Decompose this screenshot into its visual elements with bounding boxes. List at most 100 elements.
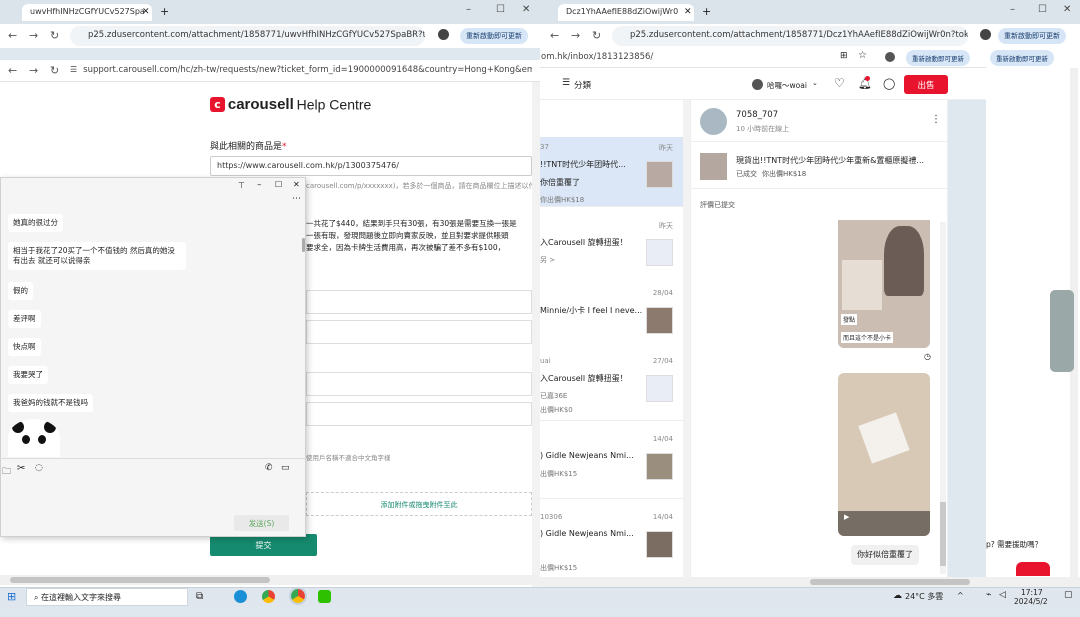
chat-input-area[interactable]: [0, 478, 306, 512]
left-address-bar[interactable]: p25.zdusercontent.com/attachment/1858771…: [70, 26, 425, 46]
h-scrollbar-right[interactable]: [540, 577, 1080, 587]
windows-start-icon[interactable]: ⊞: [7, 590, 16, 610]
form-field-a[interactable]: [306, 290, 532, 314]
more-options-icon[interactable]: ⋯: [292, 194, 301, 204]
back-icon-2[interactable]: ←: [8, 64, 17, 77]
new-tab-icon[interactable]: +: [160, 5, 169, 18]
messages-scrollbar-thumb[interactable]: [940, 502, 946, 566]
profile-icon[interactable]: [438, 29, 449, 40]
right-new-tab-icon[interactable]: +: [702, 5, 711, 18]
seller-name[interactable]: 7058_707: [736, 110, 778, 120]
product-thumb[interactable]: [700, 153, 727, 180]
chat-scrollbar[interactable]: [302, 238, 305, 252]
chrome-icon[interactable]: [262, 590, 275, 603]
reload-icon-2[interactable]: ↻: [50, 64, 59, 77]
popup-minimize-icon[interactable]: –: [257, 180, 262, 190]
video-message[interactable]: ▶: [838, 373, 930, 536]
form-field-c[interactable]: [306, 372, 532, 396]
edge-icon[interactable]: [234, 590, 247, 603]
right-close-window-icon[interactable]: ✕: [1063, 4, 1071, 15]
task-view-icon[interactable]: ⧉: [196, 591, 203, 611]
messages-scrollbar[interactable]: [940, 222, 946, 574]
h-scrollbar-right-thumb[interactable]: [810, 579, 970, 585]
forward-icon-2[interactable]: →: [29, 64, 38, 77]
inner-profile-icon[interactable]: [885, 52, 895, 62]
clock-date[interactable]: 2024/5/2: [1014, 597, 1048, 617]
notification-center-icon[interactable]: ▢: [1064, 590, 1073, 610]
help-chat-button[interactable]: [1016, 562, 1050, 576]
send-button[interactable]: 发送(S): [234, 515, 289, 531]
conversation-item[interactable]: 37 昨天 !!TNT时代少年团時代... 你倍重覆了 你出價HK$18: [540, 137, 683, 207]
right-update-pill[interactable]: 重新啟動即可更新: [998, 28, 1066, 44]
video-icon[interactable]: ▭: [281, 463, 290, 473]
form-field-b[interactable]: [306, 320, 532, 344]
left-browser-tab[interactable]: uwvHfhINHzCGfYUCv527Spa: [22, 4, 152, 21]
left-url2[interactable]: ☰ support.carousell.com/hc/zh-tw/requests…: [70, 65, 532, 75]
attach-dropzone[interactable]: 添加附件或拖曳附件至此: [306, 492, 532, 516]
photo-reaction-icon[interactable]: ◷: [924, 352, 931, 361]
reload-icon[interactable]: ↻: [50, 29, 59, 42]
close-window-icon[interactable]: ✕: [522, 4, 530, 15]
submit-button[interactable]: 提交: [210, 534, 317, 556]
taskbar-search[interactable]: ⌕ 在這裡輸入文字來搜尋: [26, 588, 188, 606]
inner-update-pill[interactable]: 重新啟動即可更新: [906, 50, 970, 66]
conversation-item[interactable]: 28/04 Minnie/小卡 I feel I neve...: [540, 283, 683, 353]
tab-close-icon[interactable]: ✕: [142, 7, 150, 17]
help-question[interactable]: p? 需要援助嗎？: [986, 539, 1068, 553]
chat-icon[interactable]: ◯: [883, 77, 895, 90]
conversation-list-scrollbar[interactable]: [683, 100, 690, 577]
heart-icon[interactable]: ♡: [834, 76, 845, 90]
product-title[interactable]: 現貨出!!TNT时代少年团時代少年重新&置櫃原擬禮...: [736, 155, 942, 166]
conversation-item[interactable]: 昨天 入Carousell 旋轉扭蛋！ 另 >: [540, 215, 683, 285]
right-minimize-icon[interactable]: –: [1010, 4, 1015, 15]
attach-link[interactable]: 添加附件或拖曳附件至此: [381, 501, 458, 509]
right-reload-icon[interactable]: ↻: [592, 29, 601, 42]
conversation-item[interactable]: uai 27/04 入Carousell 旋轉扭蛋！ 已嘉36E 出價HK$0: [540, 351, 683, 421]
kebab-menu-icon[interactable]: ⋮: [931, 114, 941, 125]
right-back-icon[interactable]: ←: [550, 29, 559, 42]
pin-icon[interactable]: ⊤: [238, 181, 245, 190]
menu-icon[interactable]: ☰: [562, 78, 570, 88]
back-icon[interactable]: ←: [8, 29, 17, 42]
right-address-bar[interactable]: p25.zdusercontent.com/attachment/1858771…: [612, 26, 968, 46]
right-maximize-icon[interactable]: ☐: [1038, 4, 1047, 15]
user-avatar[interactable]: [752, 79, 763, 90]
scissors-icon[interactable]: ✂: [17, 463, 25, 474]
h-scrollbar-left[interactable]: [0, 575, 540, 585]
network-icon[interactable]: ⌁: [986, 590, 991, 610]
conversation-item[interactable]: 14/04) Gidle Newjeans Nmi... 出價HK$15: [540, 429, 683, 499]
weather-text[interactable]: 24°C 多雲: [905, 591, 943, 611]
item-url-input[interactable]: https://www.carousell.com.hk/p/130037547…: [210, 156, 532, 176]
bookmark-star-icon[interactable]: ☆: [858, 50, 867, 61]
right-tab-close-icon[interactable]: ✕: [684, 7, 692, 17]
chrome-icon-2[interactable]: [289, 587, 307, 605]
description-textarea[interactable]: 一共花了$440，結果到手只有30張，有30張是需要互換一張是 一張有瑕，發現問…: [306, 218, 532, 278]
right-forward-icon[interactable]: →: [571, 29, 580, 42]
install-icon[interactable]: ⊞: [840, 51, 848, 61]
site-info-icon[interactable]: ☰: [70, 65, 77, 74]
right-browser-tab[interactable]: Dcz1YhAAefIE88dZiOwijWr0: [558, 4, 694, 21]
forward-icon[interactable]: →: [29, 29, 38, 42]
tray-chevron-icon[interactable]: ^: [957, 591, 964, 611]
popup-close-icon[interactable]: ✕: [293, 180, 300, 189]
photo-message-1[interactable]: 發點 而且這个不是小卡: [838, 220, 930, 348]
inner-url[interactable]: om.hk/inbox/1813123856/: [541, 52, 653, 62]
wechat-icon[interactable]: [318, 590, 331, 603]
fragment-update-pill[interactable]: 重新啟動即可更新: [990, 50, 1054, 66]
volume-icon[interactable]: ◁: [999, 590, 1006, 610]
seller-avatar[interactable]: [700, 108, 727, 135]
floating-widget[interactable]: [1050, 290, 1074, 372]
h-scrollbar-thumb[interactable]: [10, 577, 270, 583]
right-profile-icon[interactable]: [980, 29, 991, 40]
popup-maximize-icon[interactable]: ☐: [275, 180, 282, 189]
maximize-icon[interactable]: ☐: [496, 4, 505, 15]
minimize-icon[interactable]: –: [466, 4, 471, 15]
conversation-item[interactable]: 10306 14/04) Gidle Newjeans Nmi... 出價HK$15: [540, 507, 683, 577]
form-field-d[interactable]: [306, 402, 532, 426]
sell-button[interactable]: 出售: [904, 75, 948, 94]
chevron-down-icon[interactable]: ⌄: [812, 79, 818, 87]
play-icon[interactable]: ▶: [844, 513, 849, 521]
chat-bubble-icon[interactable]: ◌: [35, 463, 43, 473]
category-link[interactable]: 分類: [574, 79, 591, 91]
user-name[interactable]: 哈囉～woai: [767, 80, 807, 91]
